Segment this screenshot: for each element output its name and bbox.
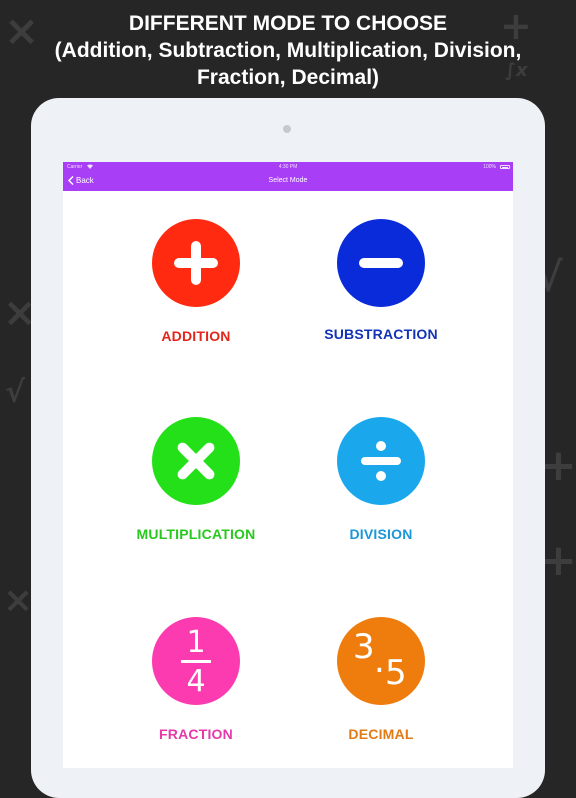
multiply-icon xyxy=(152,417,240,505)
mode-fraction[interactable]: 1 4 FRACTION xyxy=(96,617,296,742)
page-title: Select Mode xyxy=(268,177,308,184)
app-screen: Carrier 4:30 PM 100% Back Select Mode AD… xyxy=(63,162,513,768)
mode-multiplication[interactable]: MULTIPLICATION xyxy=(96,417,296,542)
status-time: 4:30 PM xyxy=(278,164,298,170)
background-symbol: + xyxy=(540,440,576,491)
decimal-icon: 3 . 5 xyxy=(337,617,425,705)
decimal-whole: 3 xyxy=(353,627,375,667)
headline-line-3: Fraction, Decimal) xyxy=(196,66,380,89)
promo-headline: DIFFERENT MODE TO CHOOSE (Addition, Subt… xyxy=(0,10,576,91)
mode-label-decimal: DECIMAL xyxy=(348,726,414,742)
mode-label-substraction: SUBSTRACTION xyxy=(324,326,438,342)
headline-line-1: DIFFERENT MODE TO CHOOSE xyxy=(128,12,448,35)
divide-icon xyxy=(337,417,425,505)
mode-label-multiplication: MULTIPLICATION xyxy=(136,526,256,542)
headline-line-2: (Addition, Subtraction, Multiplication, … xyxy=(54,39,522,62)
camera-dot xyxy=(283,125,291,133)
mode-label-addition: ADDITION xyxy=(161,328,231,344)
mode-label-division: DIVISION xyxy=(349,526,413,542)
fraction-numerator: 1 xyxy=(186,625,206,660)
fraction-bar xyxy=(181,660,211,663)
decimal-fraction: 5 xyxy=(385,653,407,693)
mode-addition[interactable]: ADDITION xyxy=(96,219,296,344)
fraction-icon: 1 4 xyxy=(152,617,240,705)
background-symbol: × xyxy=(3,580,34,621)
mode-substraction[interactable]: SUBSTRACTION xyxy=(281,219,481,342)
decimal-point: . xyxy=(374,641,385,681)
minus-icon xyxy=(337,219,425,307)
background-symbol: + xyxy=(540,535,576,586)
mode-label-fraction: FRACTION xyxy=(159,726,233,742)
mode-decimal[interactable]: 3 . 5 DECIMAL xyxy=(281,617,481,742)
mode-division[interactable]: DIVISION xyxy=(281,417,481,542)
status-battery-text: 100% xyxy=(483,164,496,170)
fraction-denominator: 4 xyxy=(186,664,206,699)
navigation-bar: Carrier 4:30 PM 100% Back Select Mode xyxy=(63,162,513,191)
plus-icon xyxy=(152,219,240,307)
background-symbol: √ xyxy=(5,375,26,410)
battery-icon xyxy=(500,165,510,169)
